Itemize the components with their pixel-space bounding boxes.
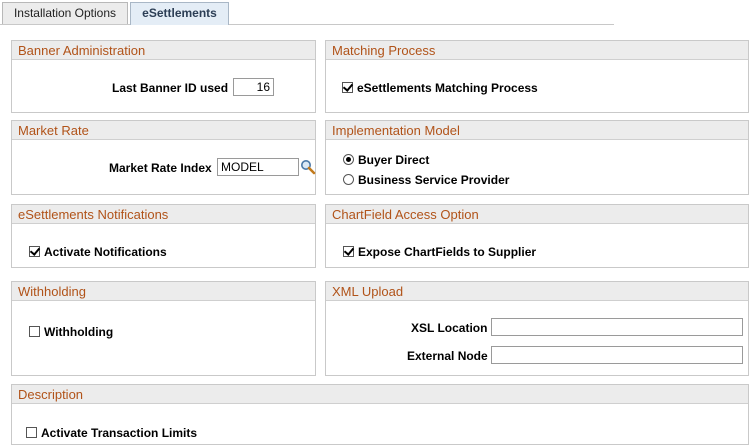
banner-administration-panel: Banner Administration Last Banner ID use…: [11, 40, 316, 113]
tab-bar: Installation Options eSettlements: [0, 0, 751, 26]
chartfield-access-title: ChartField Access Option: [326, 205, 748, 224]
business-service-provider-radio[interactable]: [343, 174, 354, 185]
withholding-label: Withholding: [44, 325, 114, 339]
market-rate-title: Market Rate: [12, 121, 315, 140]
last-banner-id-field[interactable]: 16: [233, 78, 274, 96]
expose-chartfields-checkbox[interactable]: [343, 246, 354, 257]
description-panel: Description Activate Transaction Limits: [11, 384, 749, 445]
notifications-title: eSettlements Notifications: [12, 205, 315, 224]
withholding-title: Withholding: [12, 282, 315, 301]
tab-esettlements[interactable]: eSettlements: [130, 2, 229, 25]
buyer-direct-label: Buyer Direct: [358, 153, 430, 167]
activate-transaction-limits-label: Activate Transaction Limits: [41, 426, 198, 440]
activate-transaction-limits-checkbox[interactable]: [26, 427, 37, 438]
external-node-label: External Node: [407, 349, 488, 363]
activate-notifications-checkbox[interactable]: [29, 246, 40, 257]
withholding-checkbox[interactable]: [29, 326, 40, 337]
activate-notifications-label: Activate Notifications: [44, 245, 167, 259]
tab-installation-options[interactable]: Installation Options: [2, 2, 128, 24]
tab-divider: [0, 24, 614, 25]
expose-chartfields-label: Expose ChartFields to Supplier: [358, 245, 537, 259]
description-title: Description: [12, 385, 748, 404]
external-node-field[interactable]: [491, 346, 743, 364]
market-rate-index-field[interactable]: MODEL: [217, 158, 299, 176]
matching-process-label: eSettlements Matching Process: [357, 81, 538, 95]
magnifier-icon[interactable]: [300, 159, 316, 175]
matching-process-checkbox[interactable]: [342, 82, 353, 93]
banner-administration-title: Banner Administration: [12, 41, 315, 60]
chartfield-access-panel: ChartField Access Option Expose ChartFie…: [325, 204, 749, 268]
market-rate-panel: Market Rate Market Rate Index MODEL: [11, 120, 316, 195]
xml-upload-panel: XML Upload XSL Location External Node: [325, 281, 749, 376]
last-banner-id-label: Last Banner ID used: [112, 81, 229, 95]
matching-process-panel: Matching Process eSettlements Matching P…: [325, 40, 749, 113]
xsl-location-field[interactable]: [491, 318, 743, 336]
xsl-location-label: XSL Location: [411, 321, 488, 335]
xml-upload-title: XML Upload: [326, 282, 748, 301]
market-rate-index-label: Market Rate Index: [109, 161, 212, 175]
implementation-model-panel: Implementation Model Buyer Direct Busine…: [325, 120, 749, 195]
implementation-model-title: Implementation Model: [326, 121, 748, 140]
withholding-panel: Withholding Withholding: [11, 281, 316, 376]
business-service-provider-label: Business Service Provider: [358, 173, 510, 187]
matching-process-title: Matching Process: [326, 41, 748, 60]
notifications-panel: eSettlements Notifications Activate Noti…: [11, 204, 316, 268]
buyer-direct-radio[interactable]: [343, 154, 354, 165]
